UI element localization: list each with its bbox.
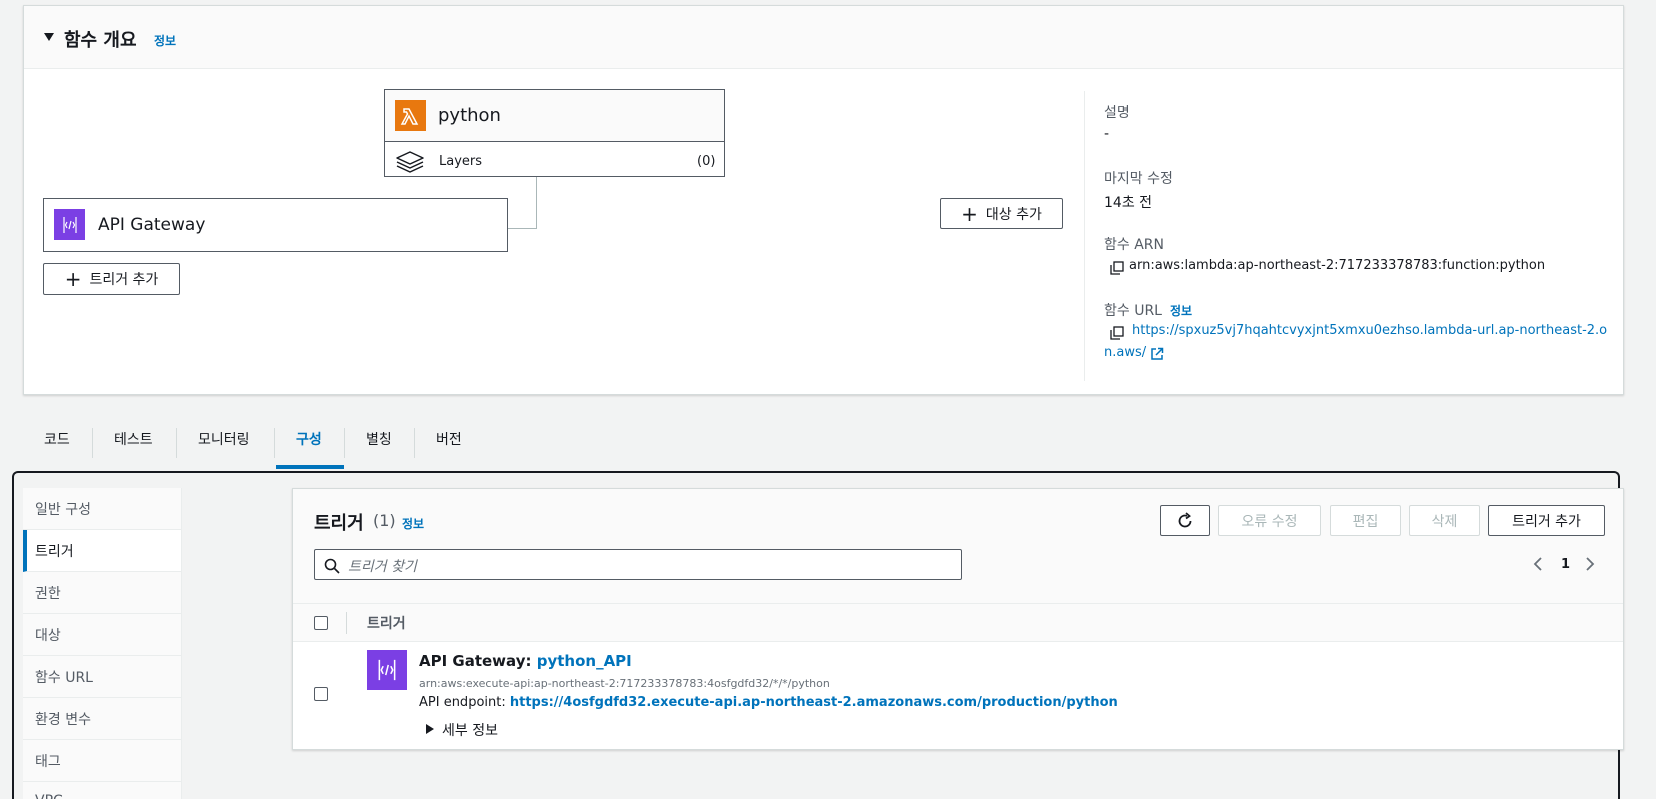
function-arn-label: 함수 ARN bbox=[1104, 237, 1164, 253]
api-gateway-icon bbox=[367, 650, 407, 690]
tab-separator bbox=[176, 428, 177, 458]
next-page-icon[interactable] bbox=[1584, 556, 1596, 572]
select-all-checkbox[interactable] bbox=[314, 616, 328, 630]
overview-divider bbox=[1084, 91, 1085, 381]
endpoint-label: API endpoint: bbox=[419, 695, 506, 710]
external-link-icon[interactable] bbox=[1150, 346, 1164, 365]
function-url-link[interactable]: https://spxuz5vj7hqahtcvyxjnt5xmxu0ezhso… bbox=[1132, 323, 1607, 338]
endpoint-link[interactable]: https://4osfgdfd32.execute-api.ap-northe… bbox=[510, 695, 1118, 710]
edit-button[interactable]: 편집 bbox=[1330, 505, 1401, 536]
description-value: - bbox=[1104, 126, 1110, 142]
active-tab-indicator bbox=[276, 465, 344, 469]
sidebar-item-destinations[interactable]: 대상 bbox=[23, 614, 181, 656]
overview-title: 함수 개요 bbox=[64, 30, 137, 51]
trigger-separator: : bbox=[525, 652, 532, 670]
plus-icon: + bbox=[961, 201, 978, 226]
copy-icon[interactable] bbox=[1110, 260, 1124, 279]
row-checkbox[interactable] bbox=[314, 687, 328, 701]
trigger-api-link[interactable]: python_API bbox=[537, 652, 632, 670]
refresh-icon bbox=[1178, 511, 1192, 527]
tab-separator bbox=[344, 428, 345, 458]
triggers-info-link[interactable]: 정보 bbox=[402, 515, 424, 532]
refresh-button[interactable] bbox=[1160, 505, 1210, 536]
description-label: 설명 bbox=[1104, 105, 1130, 121]
details-toggle[interactable]: 세부 정보 bbox=[442, 720, 498, 740]
last-modified-value: 14초 전 bbox=[1104, 195, 1153, 211]
last-modified-label: 마지막 수정 bbox=[1104, 171, 1173, 187]
sidebar-item-tags[interactable]: 태그 bbox=[23, 740, 181, 782]
function-url-label: 함수 URL bbox=[1104, 303, 1162, 319]
sidebar-item-function-url[interactable]: 함수 URL bbox=[23, 656, 181, 698]
layers-label: Layers bbox=[439, 154, 483, 169]
tab-separator bbox=[274, 428, 275, 458]
trigger-service: API Gateway bbox=[419, 652, 526, 670]
trigger-box-label: API Gateway bbox=[98, 215, 206, 235]
search-placeholder: 트리거 찾기 bbox=[348, 559, 417, 575]
function-url-info-link[interactable]: 정보 bbox=[1170, 302, 1192, 319]
function-name: python bbox=[438, 105, 501, 126]
fix-errors-button[interactable]: 오류 수정 bbox=[1218, 505, 1321, 536]
trigger-search-input[interactable]: 트리거 찾기 bbox=[314, 549, 962, 580]
search-icon bbox=[324, 558, 340, 574]
tab-test[interactable]: 테스트 bbox=[114, 429, 153, 449]
lambda-icon bbox=[395, 100, 426, 131]
sidebar-item-triggers[interactable]: 트리거 bbox=[23, 530, 181, 572]
sidebar-item-env-vars[interactable]: 환경 변수 bbox=[23, 698, 181, 740]
add-destination-button[interactable]: + 대상 추가 bbox=[940, 198, 1063, 229]
function-url-link-cont[interactable]: n.aws/ bbox=[1104, 345, 1146, 360]
trigger-row-title: API Gateway: python_API bbox=[419, 652, 632, 670]
trigger-box-api-gateway[interactable]: API Gateway bbox=[43, 198, 508, 252]
function-arn-value: arn:aws:lambda:ap-northeast-2:7172333787… bbox=[1129, 258, 1546, 273]
tab-configuration[interactable]: 구성 bbox=[296, 429, 322, 449]
page-number[interactable]: 1 bbox=[1561, 557, 1570, 572]
add-trigger-button[interactable]: + 트리거 추가 bbox=[43, 263, 180, 295]
trigger-endpoint: API endpoint: https://4osfgdfd32.execute… bbox=[419, 695, 1118, 710]
connector-line bbox=[536, 177, 537, 229]
plus-icon: + bbox=[64, 267, 82, 291]
overview-header: 함수 개요 정보 bbox=[24, 6, 1623, 69]
function-box-header bbox=[385, 90, 724, 142]
column-divider bbox=[346, 612, 347, 634]
add-trigger-button-2[interactable]: 트리거 추가 bbox=[1488, 505, 1605, 536]
sidebar-item-permissions[interactable]: 권한 bbox=[23, 572, 181, 614]
copy-icon[interactable] bbox=[1110, 325, 1124, 344]
tab-separator bbox=[92, 428, 93, 458]
triggers-title: 트리거 bbox=[314, 513, 364, 534]
expand-caret-icon[interactable] bbox=[426, 724, 434, 734]
delete-button[interactable]: 삭제 bbox=[1409, 505, 1480, 536]
function-box[interactable]: python Layers (0) bbox=[384, 89, 725, 177]
tab-code[interactable]: 코드 bbox=[44, 429, 70, 449]
connector-line bbox=[506, 228, 537, 229]
trigger-arn: arn:aws:execute-api:ap-northeast-2:71723… bbox=[419, 677, 830, 690]
triggers-count: (1) bbox=[373, 511, 396, 530]
overview-info-link[interactable]: 정보 bbox=[154, 32, 176, 49]
api-gateway-icon bbox=[54, 209, 85, 240]
prev-page-icon[interactable] bbox=[1532, 556, 1544, 572]
triggers-panel: 트리거 (1) 정보 오류 수정 편집 삭제 트리거 추가 트리거 찾기 1 트… bbox=[292, 488, 1624, 750]
sidebar-item-general[interactable]: 일반 구성 bbox=[23, 488, 181, 530]
tab-separator bbox=[414, 428, 415, 458]
table-row: API Gateway: python_API arn:aws:execute-… bbox=[293, 642, 1623, 750]
collapse-caret-icon[interactable] bbox=[44, 33, 54, 41]
layers-icon bbox=[395, 150, 425, 178]
config-sidebar: 일반 구성 트리거 권한 대상 함수 URL 환경 변수 태그 VPC bbox=[23, 488, 182, 799]
layers-count: (0) bbox=[697, 154, 716, 169]
function-overview-panel: 함수 개요 정보 python Layers (0) API Gateway +… bbox=[23, 5, 1624, 395]
column-header-trigger: 트리거 bbox=[367, 616, 406, 632]
sidebar-item-vpc[interactable]: VPC bbox=[23, 782, 181, 799]
tab-versions[interactable]: 버전 bbox=[436, 429, 462, 449]
tab-monitoring[interactable]: 모니터링 bbox=[198, 429, 250, 449]
tab-aliases[interactable]: 별칭 bbox=[366, 429, 392, 449]
table-header: 트리거 bbox=[293, 604, 1623, 642]
